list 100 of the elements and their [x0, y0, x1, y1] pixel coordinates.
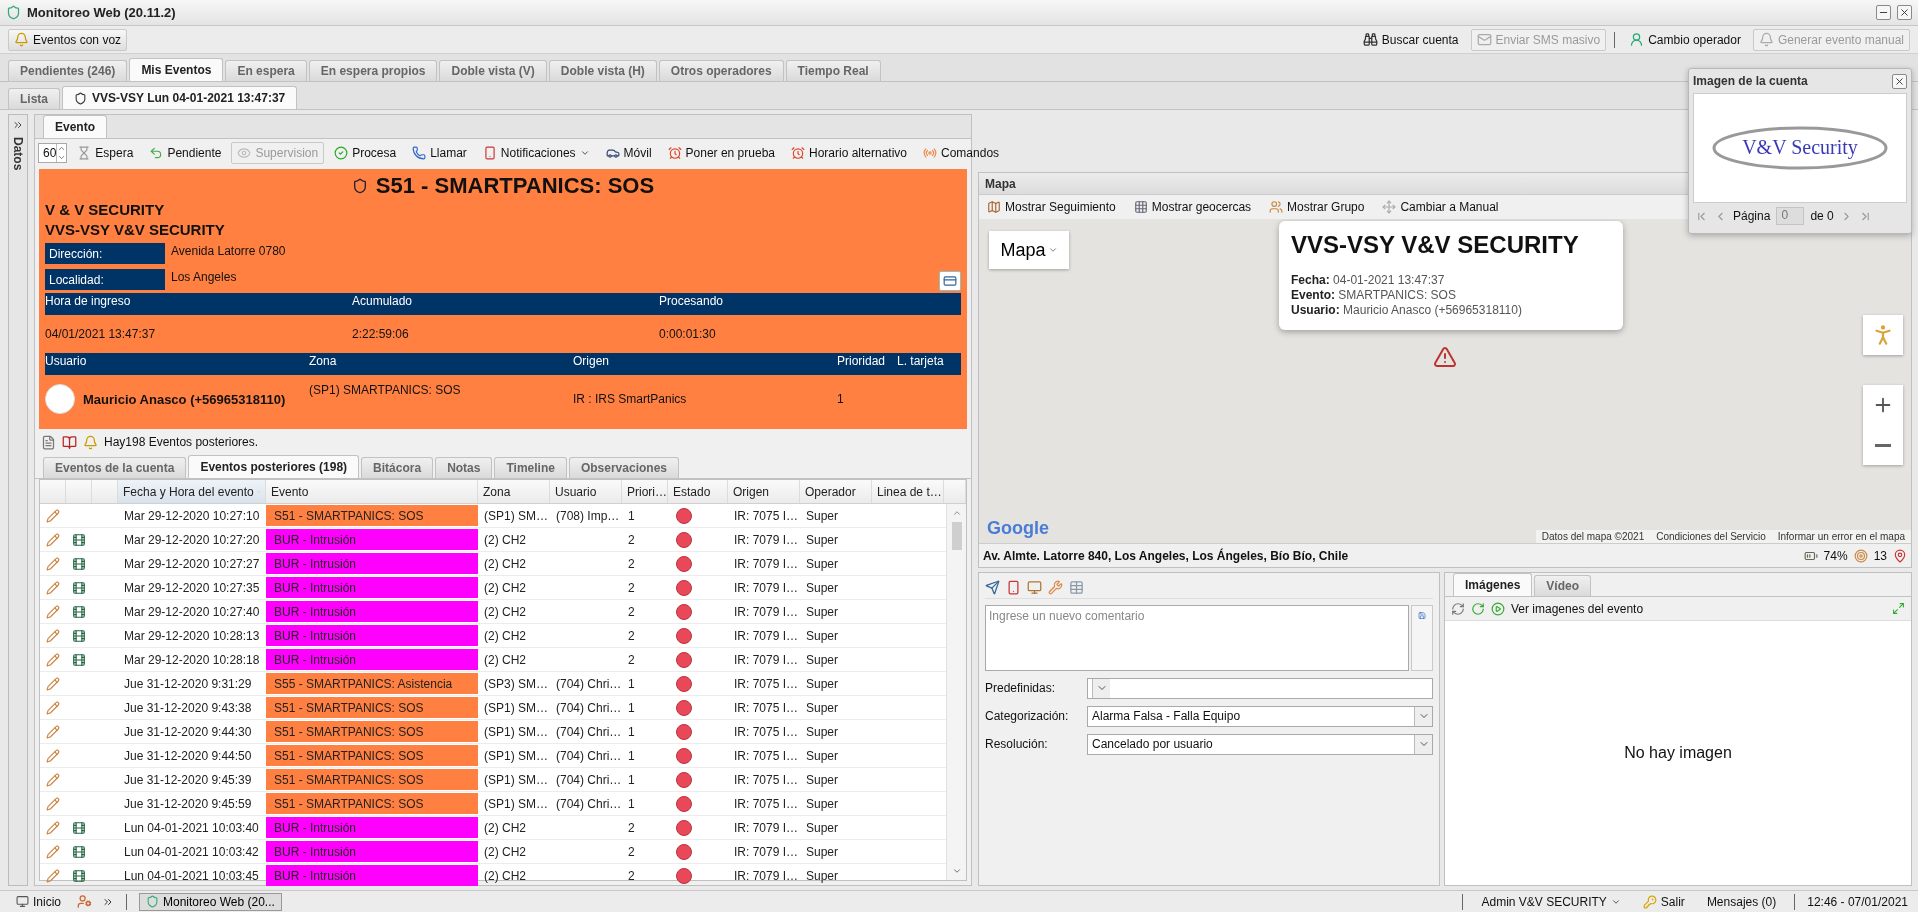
edit-icon[interactable]: [46, 700, 60, 715]
grid-row[interactable]: Jue 31-12-2020 9:44:50 S51 - SMARTPANICS: SOS (SP1) SM… (704) Chri… 1 IR: 7075 I… Super: [40, 744, 946, 768]
edit-icon[interactable]: [46, 868, 60, 883]
number-spinner[interactable]: 60: [38, 143, 68, 163]
edit-icon[interactable]: [46, 676, 60, 691]
tab[interactable]: Mis Eventos: [129, 58, 224, 81]
scrollbar[interactable]: [946, 504, 966, 880]
scroll-thumb[interactable]: [951, 522, 962, 550]
edit-icon[interactable]: [46, 628, 60, 643]
film-icon[interactable]: [72, 532, 86, 547]
grid-row[interactable]: Mar 29-12-2020 10:27:40 BUR - Intrusión (2) CH2 2 IR: 7079 I… Super: [40, 600, 946, 624]
dropdown-field[interactable]: [1087, 677, 1433, 699]
toolbar-button[interactable]: Llamar: [406, 142, 473, 164]
edit-icon[interactable]: [46, 724, 60, 739]
toolbar-button[interactable]: Horario alternativo: [785, 142, 914, 164]
grid-row[interactable]: Lun 04-01-2021 10:03:42 BUR - Intrusión (2) CH2 2 IR: 7079 I… Super: [40, 840, 946, 864]
toolbar-button[interactable]: Pendiente: [143, 142, 228, 164]
tab[interactable]: Vídeo: [1534, 575, 1592, 596]
film-icon[interactable]: [72, 604, 86, 619]
edit-icon[interactable]: [46, 844, 60, 859]
attribution-link[interactable]: Informar un error en el mapa: [1777, 531, 1905, 542]
toolbar-button[interactable]: Poner en prueba: [661, 142, 781, 164]
toolbar-button[interactable]: Buscar cuenta: [1356, 28, 1465, 51]
edit-icon[interactable]: [46, 772, 60, 787]
edit-icon[interactable]: [46, 532, 60, 547]
toolbar-button[interactable]: Notificaciones: [476, 142, 596, 164]
wrench-icon[interactable]: [1048, 580, 1063, 595]
column-header[interactable]: Origen: [728, 480, 800, 503]
monitor-icon[interactable]: [1027, 580, 1042, 595]
toolbar-button[interactable]: Espera: [71, 142, 140, 164]
map-toolbar-button[interactable]: Cambiar a Manual: [1376, 196, 1505, 218]
edit-icon[interactable]: [46, 556, 60, 571]
rotate-icon[interactable]: [1471, 601, 1485, 616]
tab[interactable]: Otros operadores: [658, 60, 784, 81]
toolbar-button[interactable]: Cambio operador: [1623, 28, 1747, 51]
column-header[interactable]: Fecha y Hora del evento: [118, 480, 266, 503]
play-icon[interactable]: [1491, 601, 1505, 616]
column-header[interactable]: Usuario: [550, 480, 622, 503]
map-toolbar-button[interactable]: Mostrar Seguimiento: [981, 196, 1122, 218]
voice-events-button[interactable]: Eventos con voz: [8, 28, 128, 51]
tab[interactable]: Doble vista (H): [548, 60, 657, 81]
send-icon[interactable]: [985, 580, 1000, 595]
tab[interactable]: Bitácora: [361, 457, 434, 478]
bell-icon[interactable]: [83, 434, 98, 450]
column-header[interactable]: Evento: [266, 480, 478, 503]
close-button[interactable]: [1897, 5, 1912, 20]
view-images-link[interactable]: Ver imagenes del evento: [1511, 601, 1644, 616]
toolbar-button[interactable]: Procesa: [328, 142, 403, 164]
attribution-link[interactable]: Datos del mapa ©2021: [1541, 531, 1645, 542]
tab[interactable]: En espera propios: [308, 60, 438, 81]
column-header[interactable]: Priori…: [622, 480, 668, 503]
tab[interactable]: Eventos posteriores (198): [188, 455, 360, 478]
film-icon[interactable]: [72, 580, 86, 595]
tab[interactable]: Notas: [435, 457, 493, 478]
user-icon[interactable]: [77, 894, 92, 909]
film-icon[interactable]: [72, 820, 86, 835]
card-button[interactable]: [939, 271, 961, 291]
grid-row[interactable]: Lun 04-01-2021 10:03:40 BUR - Intrusión (2) CH2 2 IR: 7079 I… Super: [40, 816, 946, 840]
toolbar-button[interactable]: Comandos: [917, 142, 1006, 164]
tab[interactable]: VVS-VSY Lun 04-01-2021 13:47:37: [62, 86, 298, 109]
minimize-button[interactable]: [1876, 5, 1891, 20]
tab[interactable]: Observaciones: [568, 457, 679, 478]
user-menu-button[interactable]: Admin V&V SECURITY: [1475, 890, 1627, 912]
refresh-icon[interactable]: [1451, 601, 1465, 616]
edit-icon[interactable]: [46, 508, 60, 523]
tab[interactable]: Imágenes: [1453, 573, 1533, 596]
edit-icon[interactable]: [46, 796, 60, 811]
grid-row[interactable]: Mar 29-12-2020 10:27:20 BUR - Intrusión (2) CH2 2 IR: 7079 I… Super: [40, 528, 946, 552]
save-button[interactable]: [1411, 605, 1433, 671]
tab[interactable]: Eventos de la cuenta: [43, 457, 187, 478]
zoom-in-button[interactable]: [1863, 385, 1903, 425]
attribution-link[interactable]: Condiciones del Servicio: [1656, 531, 1766, 542]
document-icon[interactable]: [41, 434, 56, 450]
grid-row[interactable]: Jue 31-12-2020 9:45:39 S51 - SMARTPANICS: SOS (SP1) SM… (704) Chri… 1 IR: 7075 I… Super: [40, 768, 946, 792]
map-toolbar-button[interactable]: Mostrar geocercas: [1127, 196, 1258, 218]
warning-marker-icon[interactable]: [1433, 345, 1457, 369]
grid-row[interactable]: Jue 31-12-2020 9:43:38 S51 - SMARTPANICS: SOS (SP1) SM… (704) Chri… 1 IR: 7075 I… Super: [40, 696, 946, 720]
film-icon[interactable]: [72, 844, 86, 859]
map-toolbar-button[interactable]: Mostrar Grupo: [1263, 196, 1371, 218]
messages-button[interactable]: Mensajes (0): [1700, 890, 1783, 912]
comment-field[interactable]: Ingrese un nuevo comentario: [985, 605, 1409, 671]
grid-row[interactable]: Mar 29-12-2020 10:27:10 S51 - SMARTPANICS: SOS (SP1) SM… (708) Imp… 1 IR: 7075 I… Super: [40, 504, 946, 528]
tab[interactable]: Lista: [8, 88, 60, 109]
edit-icon[interactable]: [46, 652, 60, 667]
table-icon[interactable]: [1069, 580, 1084, 595]
edit-icon[interactable]: [46, 820, 60, 835]
grid-row[interactable]: Jue 31-12-2020 9:44:30 S51 - SMARTPANICS: SOS (SP1) SM… (704) Chri… 1 IR: 7075 I… Super: [40, 720, 946, 744]
grid-row[interactable]: Jue 31-12-2020 9:31:29 S55 - SMARTPANICS: Asistencia (SP3) SM… (704) Chri… 1 IR: 7075 I… Super: [40, 672, 946, 696]
taskbar-window-button[interactable]: Monitoreo Web (20...: [139, 892, 282, 911]
film-icon[interactable]: [72, 868, 86, 883]
tab[interactable]: En espera: [225, 60, 307, 81]
tab[interactable]: Doble vista (V): [439, 60, 547, 81]
map-type-dropdown[interactable]: Mapa: [989, 231, 1069, 269]
dropdown-field[interactable]: Alarma Falsa - Falla Equipo: [1087, 705, 1433, 727]
expand-icon[interactable]: [12, 119, 24, 131]
tab[interactable]: Timeline: [494, 457, 567, 478]
column-header[interactable]: Linea de t…: [872, 480, 944, 503]
grid-row[interactable]: Mar 29-12-2020 10:27:27 BUR - Intrusión (2) CH2 2 IR: 7079 I… Super: [40, 552, 946, 576]
column-header[interactable]: Zona: [478, 480, 550, 503]
dropdown-field[interactable]: Cancelado por usuario: [1087, 733, 1433, 755]
